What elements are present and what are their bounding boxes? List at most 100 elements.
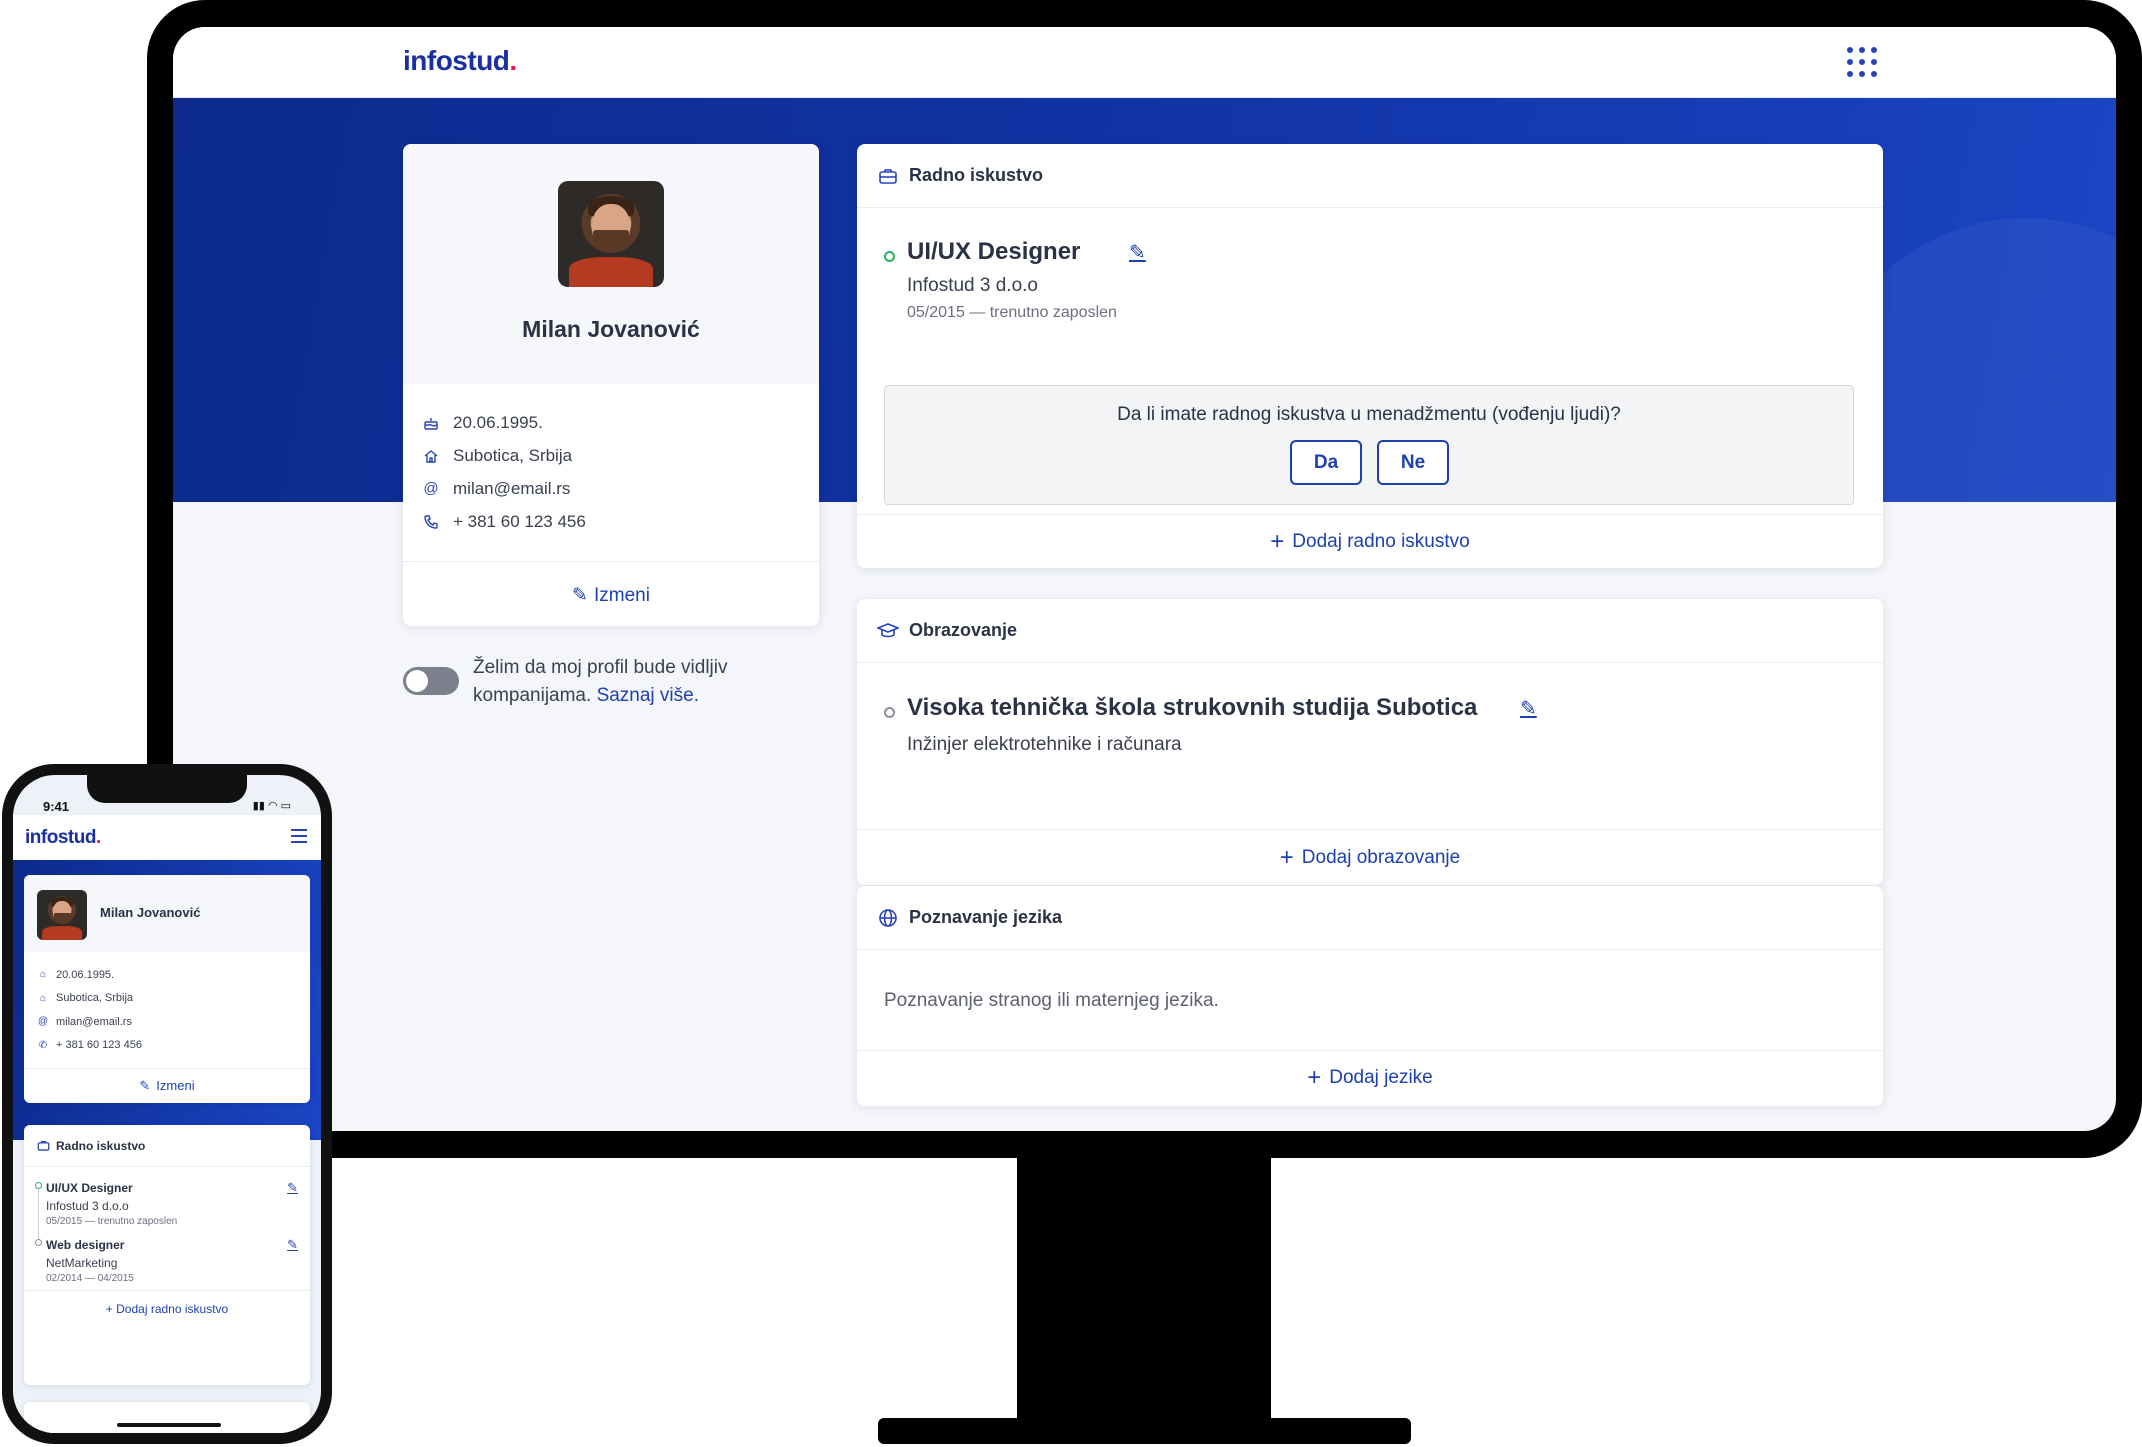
add-work-experience-button[interactable]: + Dodaj radno iskustvo [24, 1302, 310, 1316]
phone-row: ✆ + 381 60 123 456 [36, 1034, 142, 1058]
mobile-profile-card: Milan Jovanović ⌂ 20.06.1995. ⌂ Subotica, … [24, 875, 310, 1103]
add-language-button[interactable]: + Dodaj jezike [857, 1064, 1883, 1092]
location-value: Subotica, Srbija [453, 445, 573, 465]
learn-more-link[interactable]: Saznaj više. [597, 685, 699, 706]
phone-value: + 381 60 123 456 [453, 511, 586, 531]
job-company: Infostud 3 d.o.o [46, 1199, 129, 1213]
add-work-experience-button[interactable]: + Dodaj radno iskustvo [857, 528, 1883, 556]
plus-icon: + [1307, 1064, 1322, 1091]
education-bullet [884, 707, 895, 718]
job-bullet [35, 1239, 42, 1246]
mobile-next-card [24, 1402, 310, 1433]
phone-icon: ✆ [38, 1039, 48, 1051]
job-period: 05/2015 — trenutno zaposlen [907, 304, 1117, 321]
plus-icon: + [105, 1302, 117, 1316]
languages-placeholder: Poznavanje stranog ili maternjeg jezika. [884, 990, 1219, 1011]
location-row: ⌂ Subotica, Srbija [36, 987, 142, 1011]
briefcase-icon [36, 1139, 50, 1153]
at-icon: @ [423, 480, 439, 497]
cake-icon: ⌂ [39, 969, 47, 981]
languages-card: Poznavanje jezika Poznavanje stranog ili… [857, 886, 1883, 1106]
profile-avatar [37, 890, 87, 940]
education-divider [857, 829, 1883, 830]
mobile-work-experience-card: Radno iskustvo UI/UX Designer ✎ Infostud… [24, 1125, 310, 1385]
home-icon [421, 446, 441, 466]
edit-job-icon[interactable]: ✎ [1129, 240, 1146, 265]
desktop-monitor: infostud. Milan Jovanović 20.06.1995. Su… [147, 0, 2142, 1158]
briefcase-icon [877, 165, 899, 187]
management-question-box: Da li imate radnog iskustva u menadžment… [884, 385, 1854, 505]
education-card: Obrazovanje Visoka tehnička škola struko… [857, 599, 1883, 885]
school-name: Visoka tehnička škola strukovnih studija… [907, 694, 1478, 721]
school-degree: Inžinjer elektrotehnike i računara [907, 734, 1182, 755]
mobile-screen: 9:41 ▮▮ ◠ ▭ infostud. Milan Jovanović ⌂ 2… [13, 775, 321, 1433]
birthdate-value: 20.06.1995. [453, 412, 543, 432]
timeline-line [38, 1190, 39, 1240]
profile-card: Milan Jovanović 20.06.1995. Subotica, Sr… [403, 144, 819, 626]
current-job-bullet [35, 1182, 42, 1189]
edit-job-icon[interactable]: ✎ [287, 1180, 298, 1196]
edit-profile-button[interactable]: ✎ Izmeni [24, 1078, 310, 1094]
work-divider [857, 514, 1883, 515]
home-icon: ⌂ [39, 992, 47, 1004]
management-question: Da li imate radnog iskustva u menadžment… [1117, 404, 1621, 425]
globe-icon [877, 907, 899, 929]
profile-avatar [558, 181, 664, 287]
job-period: 05/2015 — trenutno zaposlen [46, 1216, 178, 1227]
birthdate-row: ⌂ 20.06.1995. [36, 963, 142, 987]
at-icon: @ [37, 1016, 49, 1028]
mobile-phone: 9:41 ▮▮ ◠ ▭ infostud. Milan Jovanović ⌂ 2… [2, 764, 332, 1444]
signal-wifi-battery-icon: ▮▮ ◠ ▭ [252, 800, 291, 812]
job-title: UI/UX Designer [907, 238, 1081, 265]
work-experience-header: Radno iskustvo [857, 144, 1883, 208]
graduation-cap-icon [877, 620, 899, 642]
plus-icon: + [1270, 528, 1285, 555]
edit-job-icon[interactable]: ✎ [287, 1237, 298, 1253]
job-title: Web designer [46, 1238, 125, 1252]
mobile-top-bar: infostud. [13, 815, 321, 860]
email-row: @ milan@email.rs [421, 472, 586, 505]
hamburger-menu-icon[interactable] [291, 829, 307, 843]
visibility-text: Želim da moj profil bude vidljiv kompani… [473, 657, 728, 706]
languages-divider [857, 1050, 1883, 1051]
pencil-icon: ✎ [572, 585, 588, 606]
top-navigation-bar: infostud. [173, 27, 2116, 98]
answer-yes-button[interactable]: Da [1290, 440, 1362, 485]
status-time: 9:41 [43, 799, 70, 814]
languages-header: Poznavanje jezika [857, 886, 1883, 950]
profile-name: Milan Jovanović [100, 905, 201, 920]
add-education-button[interactable]: + Dodaj obrazovanje [857, 844, 1883, 872]
work-experience-card: Radno iskustvo UI/UX Designer ✎ Infostud… [857, 144, 1883, 568]
plus-icon: + [1279, 844, 1294, 871]
apps-grid-icon[interactable] [1847, 47, 1877, 77]
work-experience-header: Radno iskustvo [24, 1125, 310, 1167]
monitor-stand-neck [1017, 1156, 1271, 1420]
monitor-stand-base [878, 1418, 1411, 1444]
phone-notch [87, 775, 247, 803]
job-period: 02/2014 — 04/2015 [46, 1273, 134, 1284]
answer-no-button[interactable]: Ne [1377, 440, 1449, 485]
job-title: UI/UX Designer [46, 1181, 133, 1195]
profile-divider [403, 561, 819, 562]
birthdate-row: 20.06.1995. [421, 406, 586, 439]
job-company: NetMarketing [46, 1256, 118, 1270]
infostud-logo[interactable]: infostud. [25, 827, 101, 849]
edit-profile-button[interactable]: ✎ Izmeni [403, 584, 819, 607]
home-indicator [117, 1423, 221, 1427]
edit-education-icon[interactable]: ✎ [1520, 696, 1537, 721]
infostud-logo[interactable]: infostud. [403, 45, 517, 77]
cake-icon [421, 413, 441, 433]
email-row: @ milan@email.rs [37, 1015, 132, 1028]
work-divider [24, 1290, 310, 1291]
mobile-profile-info: ⌂ 20.06.1995. ⌂ Subotica, Srbija @ milan@em… [36, 963, 142, 1057]
profile-name: Milan Jovanović [522, 316, 700, 342]
desktop-screen: infostud. Milan Jovanović 20.06.1995. Su… [173, 27, 2116, 1131]
education-header: Obrazovanje [857, 599, 1883, 663]
pencil-icon: ✎ [139, 1078, 151, 1093]
job-company: Infostud 3 d.o.o [907, 275, 1038, 296]
phone-row: + 381 60 123 456 [421, 505, 586, 538]
profile-divider [24, 1068, 310, 1069]
location-row: Subotica, Srbija [421, 439, 586, 472]
email-value: milan@email.rs [453, 478, 571, 498]
profile-visibility-toggle[interactable] [403, 667, 459, 695]
